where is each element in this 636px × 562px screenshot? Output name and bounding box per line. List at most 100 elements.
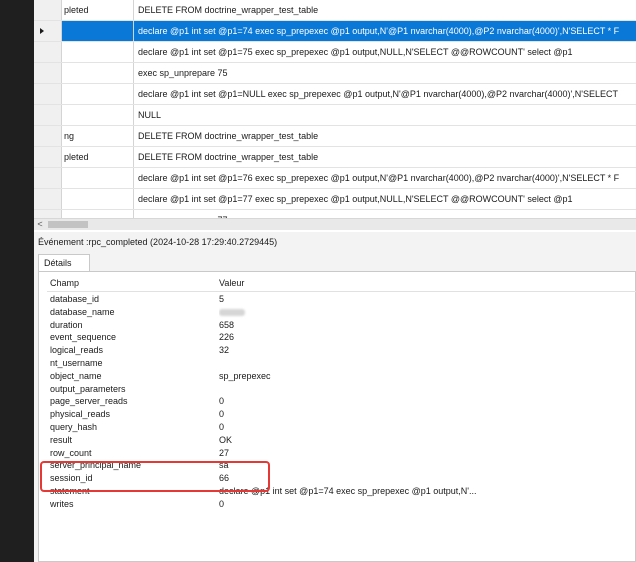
event-title: Événement :rpc_completed (2024-10-28 17:… <box>38 237 278 247</box>
events-grid[interactable]: pleted DELETE FROM doctrine_wrapper_test_… <box>34 0 636 218</box>
property-value: OK <box>219 434 233 445</box>
property-row[interactable]: database_name <box>47 306 636 319</box>
property-row[interactable]: logical_reads 32 <box>47 344 636 357</box>
cell-statement[interactable]: exec sp_unprepare 77 <box>134 210 636 218</box>
cell-name[interactable] <box>62 210 134 218</box>
property-name: physical_reads <box>50 409 111 420</box>
cell-name[interactable]: ng <box>62 126 134 146</box>
cell-name[interactable]: pleted <box>62 0 134 20</box>
table-row[interactable]: declare @p1 int set @p1=77 exec sp_prepe… <box>34 189 636 210</box>
property-row[interactable]: row_count 27 <box>47 447 636 460</box>
property-row[interactable]: writes 0 <box>47 498 636 511</box>
property-row[interactable]: result OK <box>47 434 636 447</box>
column-header-value[interactable]: Valeur <box>219 277 636 290</box>
table-row[interactable]: exec sp_unprepare 77 <box>34 210 636 218</box>
table-row[interactable]: declare @p1 int set @p1=NULL exec sp_pre… <box>34 84 636 105</box>
cell-name[interactable] <box>62 168 134 188</box>
tab-details[interactable]: Détails <box>38 254 90 272</box>
property-name: database_name <box>50 306 115 317</box>
table-row[interactable]: ng DELETE FROM doctrine_wrapper_test_tabl… <box>34 126 636 147</box>
cell-statement[interactable]: DELETE FROM doctrine_wrapper_test_table <box>134 0 636 20</box>
row-header[interactable] <box>34 210 62 218</box>
cell-statement[interactable]: DELETE FROM doctrine_wrapper_test_table <box>134 147 636 167</box>
property-value: 658 <box>219 319 235 330</box>
row-header[interactable] <box>34 84 62 104</box>
cell-statement[interactable]: exec sp_unprepare 75 <box>134 63 636 83</box>
table-row[interactable]: exec sp_unprepare 75 <box>34 63 636 84</box>
property-row[interactable]: object_name sp_prepexec <box>47 370 636 383</box>
table-row[interactable]: declare @p1 int set @p1=76 exec sp_prepe… <box>34 168 636 189</box>
cell-name[interactable] <box>62 21 134 41</box>
property-row[interactable]: event_sequence 226 <box>47 331 636 344</box>
row-header[interactable] <box>34 147 62 167</box>
row-header[interactable] <box>34 126 62 146</box>
property-value: 0 <box>219 422 225 432</box>
property-row[interactable]: physical_reads 0 <box>47 408 636 421</box>
cell-statement[interactable]: declare @p1 int set @p1=75 exec sp_prepe… <box>134 42 636 62</box>
property-name: writes <box>50 498 74 509</box>
cell-statement[interactable]: declare @p1 int set @p1=NULL exec sp_pre… <box>134 84 636 104</box>
property-value: 0 <box>219 409 225 420</box>
property-value: 226 <box>219 332 235 343</box>
cell-statement[interactable]: DELETE FROM doctrine_wrapper_test_table <box>134 126 636 146</box>
scrollbar-thumb[interactable] <box>48 221 88 228</box>
grid-horizontal-scrollbar[interactable]: < <box>34 218 636 230</box>
property-value: sp_prepexec <box>219 370 271 381</box>
event-details-pane: Événement :rpc_completed (2024-10-28 17:… <box>34 232 636 562</box>
property-row[interactable]: nt_username <box>47 357 636 370</box>
left-dark-strip <box>0 0 34 562</box>
table-row[interactable]: declare @p1 int set @p1=75 exec sp_prepe… <box>34 42 636 63</box>
row-header[interactable] <box>34 168 62 188</box>
property-value: 32 <box>219 345 230 356</box>
cell-statement[interactable]: declare @p1 int set @p1=74 exec sp_prepe… <box>134 21 636 41</box>
details-header-row: Champ Valeur <box>47 277 636 292</box>
property-name: query_hash <box>50 422 98 432</box>
cell-name[interactable] <box>62 189 134 209</box>
table-row[interactable]: pleted DELETE FROM doctrine_wrapper_test_… <box>34 0 636 21</box>
property-name: duration <box>50 319 83 330</box>
cell-statement[interactable]: declare @p1 int set @p1=77 exec sp_prepe… <box>134 189 636 209</box>
cell-name[interactable] <box>62 42 134 62</box>
property-row[interactable]: query_hash 0 <box>47 421 636 434</box>
property-name: object_name <box>50 370 102 381</box>
property-value: 5 <box>219 294 225 304</box>
table-row[interactable]: NULL <box>34 105 636 126</box>
current-row-arrow-icon <box>40 28 44 34</box>
table-row[interactable]: declare @p1 int set @p1=74 exec sp_prepe… <box>34 21 636 42</box>
cell-statement[interactable]: NULL <box>134 105 636 125</box>
property-name: row_count <box>50 447 92 458</box>
row-header[interactable] <box>34 21 62 41</box>
property-name: page_server_reads <box>50 396 128 407</box>
property-value: sa <box>219 460 229 471</box>
property-value: declare @p1 int set @p1=74 exec sp_prepe… <box>219 486 477 496</box>
property-row[interactable]: duration 658 <box>47 319 636 332</box>
cell-name[interactable] <box>62 84 134 104</box>
row-header[interactable] <box>34 42 62 62</box>
property-name: result <box>50 434 73 445</box>
row-header[interactable] <box>34 0 62 20</box>
property-row[interactable]: page_server_reads 0 <box>47 395 636 408</box>
cell-statement[interactable]: declare @p1 int set @p1=76 exec sp_prepe… <box>134 168 636 188</box>
row-header[interactable] <box>34 189 62 209</box>
property-name: logical_reads <box>50 345 104 356</box>
row-header[interactable] <box>34 63 62 83</box>
property-value <box>219 306 636 319</box>
column-header-field[interactable]: Champ <box>50 277 220 290</box>
cell-name[interactable] <box>62 105 134 125</box>
details-panel: Champ Valeur database_id 5 database_namedura… <box>38 271 636 562</box>
property-value: 0 <box>219 498 225 509</box>
cell-name[interactable] <box>62 63 134 83</box>
property-name: output_parameters <box>50 383 126 394</box>
property-name: event_sequence <box>50 332 117 343</box>
scroll-left-icon[interactable]: < <box>34 219 46 230</box>
redacted-value <box>219 308 245 316</box>
property-value: 0 <box>219 396 225 407</box>
property-row[interactable]: output_parameters <box>47 383 636 396</box>
result-rowcount-highlight <box>40 461 270 492</box>
row-header[interactable] <box>34 105 62 125</box>
property-row[interactable]: database_id 5 <box>47 293 636 306</box>
property-name: nt_username <box>50 358 103 368</box>
table-row[interactable]: pleted DELETE FROM doctrine_wrapper_test_… <box>34 147 636 168</box>
property-name: database_id <box>50 294 100 304</box>
cell-name[interactable]: pleted <box>62 147 134 167</box>
